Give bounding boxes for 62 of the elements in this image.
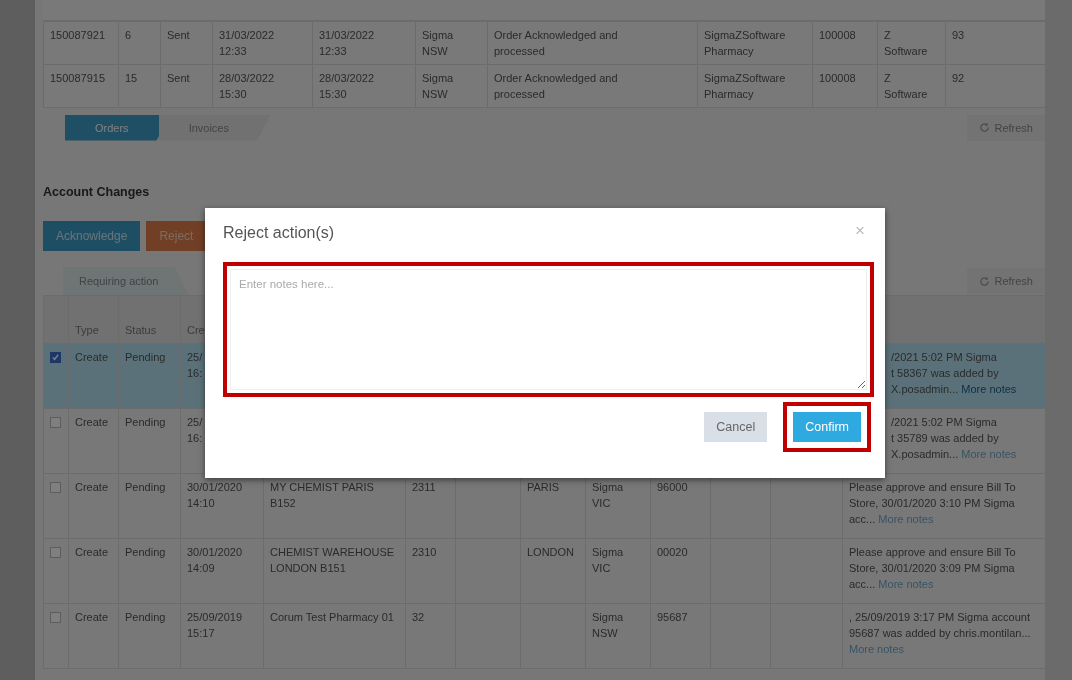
table-cell: 25/ 16: [187, 416, 203, 444]
table-cell: Order Acknowledged and processed [487, 21, 698, 65]
table-cell: 32 [405, 603, 456, 669]
table-cell: 150087921 [43, 21, 119, 65]
notes-text: , 25/09/2019 3:17 PM Sigma account 95687 was added by chris.montilan... More notes [849, 610, 1032, 657]
table-cell: 30/01/2020 14:09 [187, 546, 243, 574]
table-cell: Corum Test Pharmacy 01 [263, 603, 406, 669]
table-cell: Sigma NSW [415, 21, 488, 65]
table-cell: SigmaZSoftware Pharmacy [697, 64, 813, 108]
table-cell: 25/09/2019 15:17 [187, 611, 243, 639]
table-cell: 28/03/2022 15:30 [312, 64, 416, 108]
table-cell: Pending [118, 343, 181, 409]
table-cell: 6 [118, 21, 161, 65]
more-notes-link[interactable]: More notes [961, 383, 1017, 395]
table-cell: 28/03/2022 15:30 [212, 64, 313, 108]
table-cell: Sigma VIC [585, 538, 651, 604]
table-cell: 100008 [812, 21, 878, 65]
table-cell: 92 [945, 64, 1046, 108]
table-cell: Pending [118, 603, 181, 669]
table-cell: Z Software [877, 21, 946, 65]
cancel-button[interactable]: Cancel [704, 412, 768, 442]
table-cell: Sigma NSW [585, 603, 651, 669]
table-cell: 93 [945, 21, 1046, 65]
notes-text: Please approve and ensure Bill To Store, 30/01/2020 3:09 PM Sigma acc... More notes [849, 545, 1017, 592]
table-cell: Create [68, 408, 119, 474]
table-cell: 31/03/2022 12:33 [212, 21, 313, 65]
reject-button[interactable]: Reject [146, 221, 207, 251]
table-cell: Create [68, 603, 119, 669]
table-cell: Sigma NSW [415, 64, 488, 108]
section-title: Account Changes [43, 185, 150, 199]
acknowledge-button[interactable]: Acknowledge [43, 221, 141, 251]
table-cell: LONDON [520, 538, 586, 604]
table-cell: 00020 [650, 538, 711, 604]
notes-field[interactable]: Enter notes here... [230, 269, 867, 390]
more-notes-link[interactable]: More notes [961, 448, 1017, 460]
table-cell: SigmaZSoftware Pharmacy [697, 21, 813, 65]
confirm-button[interactable]: Confirm [793, 412, 861, 442]
table-cell: 95687 [650, 603, 711, 669]
table-cell: Order Acknowledged and processed [487, 64, 698, 108]
table-cell: Pending [118, 408, 181, 474]
table-cell: Create [68, 473, 119, 539]
table-cell: 31/03/2022 12:33 [312, 21, 416, 65]
table-cell: Pending [118, 538, 181, 604]
more-notes-link[interactable]: More notes [878, 578, 934, 590]
table-cell: 15 [118, 64, 161, 108]
table-cell: Sent [160, 64, 213, 108]
table-cell: 25/ 16: [187, 351, 203, 379]
table-cell: CHEMIST WAREHOUSE LONDON B151 [263, 538, 406, 604]
table-cell: 150087915 [43, 64, 119, 108]
table-cell: Z Software [877, 64, 946, 108]
table-cell: 30/01/2020 14:10 [187, 481, 243, 509]
table-cell: Sent [160, 21, 213, 65]
more-notes-link[interactable]: More notes [849, 643, 905, 655]
more-notes-link[interactable]: More notes [878, 513, 934, 525]
table-cell: Create [68, 343, 119, 409]
table-cell: 2310 [405, 538, 456, 604]
table-cell: Create [68, 538, 119, 604]
close-button[interactable]: × [849, 222, 871, 239]
notes-text: Please approve and ensure Bill To Store, 30/01/2020 3:10 PM Sigma acc... More notes [849, 480, 1017, 527]
table-cell: Pending [118, 473, 181, 539]
dialog-title: Reject action(s) [223, 224, 335, 242]
table-cell: 100008 [812, 64, 878, 108]
